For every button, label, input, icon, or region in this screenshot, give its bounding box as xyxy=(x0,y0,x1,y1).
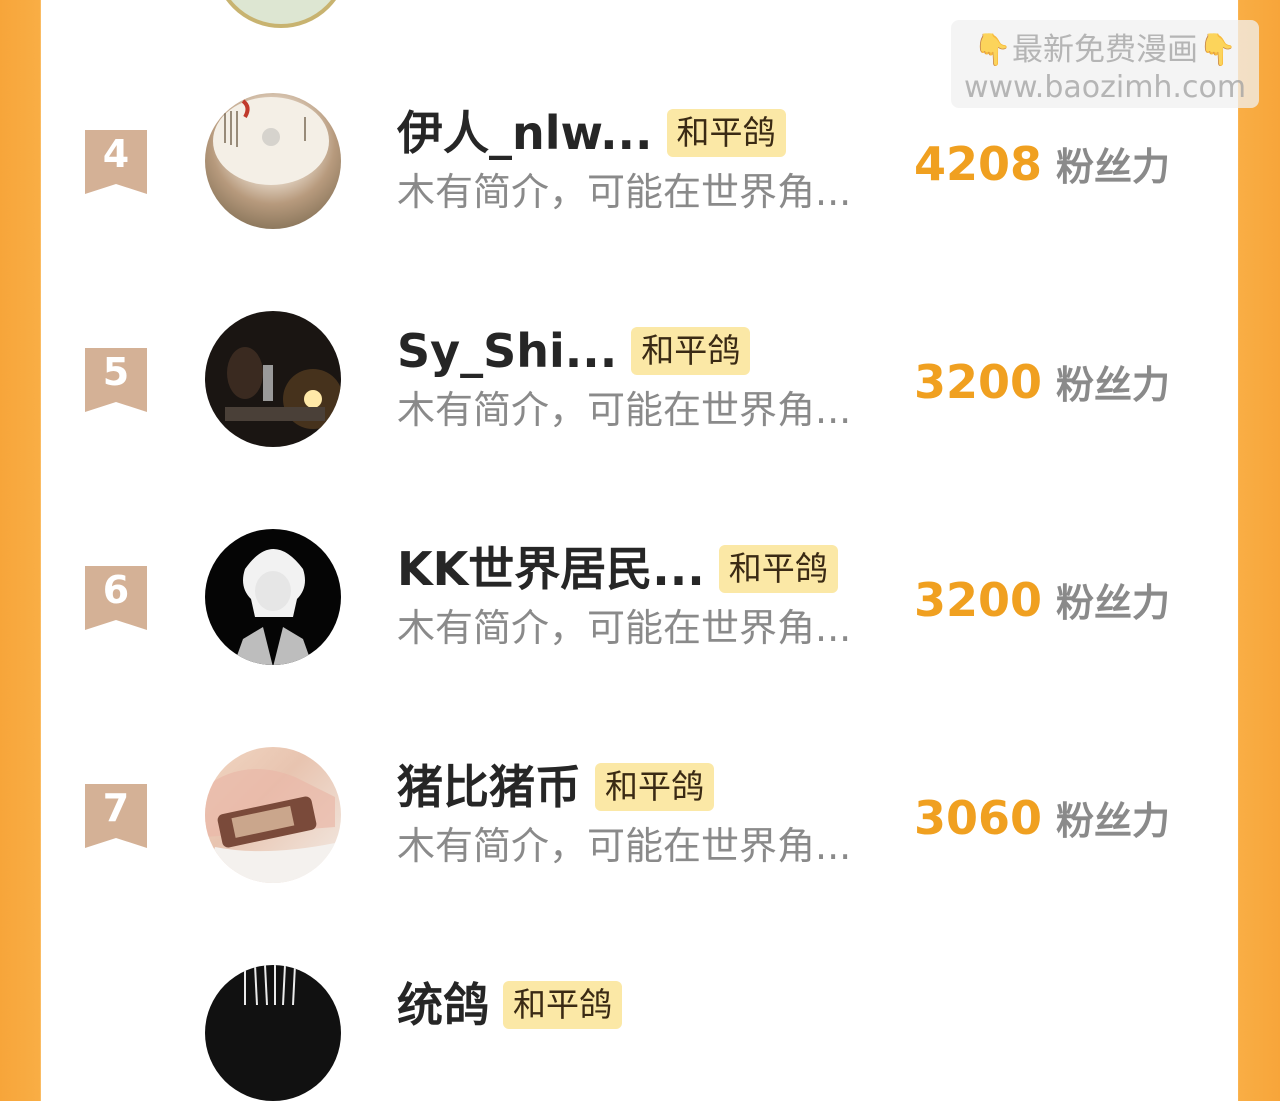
watermark-line1: 👇最新免费漫画👇 xyxy=(973,32,1237,68)
watermark-url: www.baozimh.com xyxy=(963,70,1247,105)
fans-count: 3200 xyxy=(913,355,1042,409)
rank-ribbon: 7 xyxy=(85,784,147,848)
fans-power: 3060 粉丝力 xyxy=(914,790,1170,845)
rank-ribbon: 5 xyxy=(85,348,147,412)
user-name[interactable]: 猪比猪币 和平鸽 xyxy=(397,759,714,815)
fans-power: 3200 粉丝力 xyxy=(914,572,1170,627)
peace-dove-badge: 和平鸽 xyxy=(718,544,838,593)
user-name[interactable]: 伊人_nlw... 和平鸽 xyxy=(397,105,786,161)
avatar-image xyxy=(213,97,329,185)
fans-unit: 粉丝力 xyxy=(1055,145,1170,189)
fans-count: 3060 xyxy=(913,791,1042,845)
fans-power: 3200 粉丝力 xyxy=(914,354,1170,409)
fans-unit: 粉丝力 xyxy=(1055,363,1170,407)
rank-number: 5 xyxy=(102,350,130,394)
fans-count: 3200 xyxy=(913,573,1042,627)
user-name-text[interactable]: KK世界居民... xyxy=(397,542,705,596)
user-bio: 木有简介，可能在世界角... xyxy=(397,388,852,432)
rank-ribbon: 6 xyxy=(85,566,147,630)
user-name[interactable]: 统鸽 和平鸽 xyxy=(397,977,622,1033)
user-bio: 木有简介，可能在世界角... xyxy=(397,170,852,214)
peace-dove-badge: 和平鸽 xyxy=(631,326,751,375)
avatar-image xyxy=(205,769,335,883)
user-name-text[interactable]: 猪比猪币 xyxy=(397,760,581,814)
rank-ribbon: 4 xyxy=(85,130,147,194)
fans-count: 4208 xyxy=(913,137,1042,191)
watermark: 👇最新免费漫画👇 www.baozimh.com xyxy=(951,20,1259,108)
avatar-image xyxy=(233,549,313,665)
peace-dove-badge: 和平鸽 xyxy=(595,762,714,811)
avatar[interactable] xyxy=(205,93,341,229)
user-name[interactable]: Sy_Shi... 和平鸽 xyxy=(397,323,751,379)
peace-dove-badge: 和平鸽 xyxy=(666,108,786,157)
avatar-image xyxy=(244,965,296,1006)
avatar-previous[interactable] xyxy=(213,0,349,28)
avatar[interactable] xyxy=(205,965,341,1101)
rank-number: 7 xyxy=(102,786,130,830)
user-name-text[interactable]: Sy_Shi... xyxy=(397,324,617,378)
user-bio: 木有简介，可能在世界角... xyxy=(397,824,852,868)
avatar[interactable] xyxy=(205,529,341,665)
fans-power: 4208 粉丝力 xyxy=(914,136,1170,191)
avatar-image xyxy=(225,347,341,429)
user-name[interactable]: KK世界居民... 和平鸽 xyxy=(397,541,838,597)
user-bio: 木有简介，可能在世界角... xyxy=(397,606,852,650)
user-name-text[interactable]: 统鸽 xyxy=(397,978,489,1032)
user-name-text[interactable]: 伊人_nlw... xyxy=(397,106,653,160)
fans-unit: 粉丝力 xyxy=(1055,581,1170,625)
peace-dove-badge: 和平鸽 xyxy=(503,980,622,1029)
avatar[interactable] xyxy=(205,311,341,447)
fans-unit: 粉丝力 xyxy=(1055,799,1170,843)
rank-number: 4 xyxy=(102,132,130,176)
avatar[interactable] xyxy=(205,747,341,883)
rank-number: 6 xyxy=(102,568,130,612)
